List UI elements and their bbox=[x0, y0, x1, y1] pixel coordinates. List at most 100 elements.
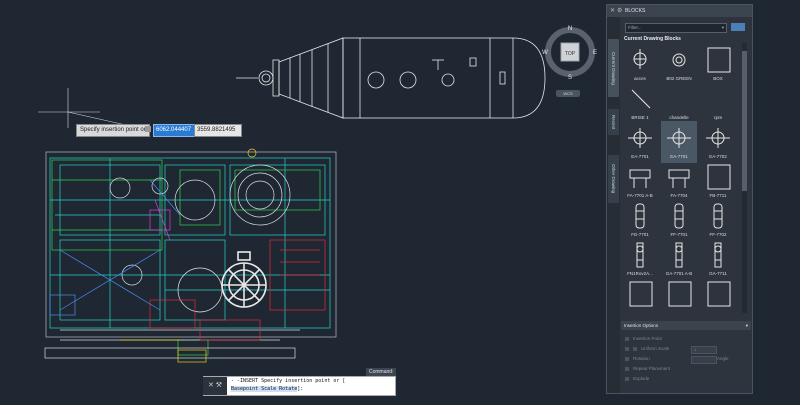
valve-icon bbox=[624, 45, 656, 75]
box-icon bbox=[663, 279, 695, 309]
option-explode[interactable]: Explode bbox=[625, 376, 649, 381]
box-icon bbox=[702, 45, 734, 75]
close-icon[interactable]: ✕ bbox=[208, 382, 214, 389]
lock-icon[interactable] bbox=[145, 126, 151, 132]
option-insertion-point[interactable]: Insertion Point bbox=[625, 336, 662, 341]
box-icon bbox=[702, 162, 734, 192]
command-prompt-line1: - -INSERT Specify insertion point or [ bbox=[231, 378, 346, 384]
block-item[interactable]: chandelle bbox=[661, 82, 697, 124]
block-item[interactable]: B02 GREEN bbox=[661, 43, 697, 85]
palette-titlebar[interactable]: BLOCKS ✕ ⚙ bbox=[607, 5, 752, 17]
circle-icon bbox=[663, 45, 695, 75]
block-item[interactable]: cpm bbox=[700, 82, 736, 124]
block-item[interactable]: GA-7701 A-B bbox=[661, 238, 697, 280]
option-repeat-placement[interactable]: Repeat Placement bbox=[625, 366, 670, 371]
block-item-label: BOX bbox=[713, 76, 723, 81]
block-item-label: FB-7711 bbox=[709, 193, 727, 198]
command-line[interactable]: ✕ ⚒ - -INSERT Specify insertion point or… bbox=[203, 376, 396, 396]
pump-icon bbox=[702, 123, 734, 153]
block-item-label: B02 GREEN bbox=[666, 76, 692, 81]
block-item-label: FN1Rov2A... bbox=[627, 271, 653, 276]
option-uniform-scale[interactable]: Uniform Scale bbox=[625, 346, 669, 351]
angle-label: Angle bbox=[717, 356, 729, 361]
column-icon bbox=[663, 201, 695, 231]
command-history-label: Command: bbox=[366, 368, 397, 376]
scale-field[interactable]: 1 bbox=[691, 346, 717, 354]
filter-input[interactable]: Filter... ▾ bbox=[625, 23, 727, 33]
block-item-label: EA-7701 bbox=[670, 154, 688, 159]
block-item[interactable] bbox=[661, 277, 697, 319]
box-icon bbox=[702, 279, 734, 309]
compass-s-label: S bbox=[568, 75, 572, 80]
motor-icon bbox=[663, 240, 695, 270]
wrench-icon[interactable]: ⚒ bbox=[216, 382, 222, 389]
vessel-drawing bbox=[236, 37, 546, 119]
insertion-point-tooltip: Specify insertion point or bbox=[76, 124, 150, 137]
block-item[interactable]: EA-7702 bbox=[700, 121, 736, 163]
plant-layout-drawing bbox=[44, 148, 337, 363]
scrollbar-thumb[interactable] bbox=[742, 51, 747, 191]
block-grid: acces B02 GREEN BOX BRISE 1 chandelle cpm EA-7… bbox=[622, 43, 740, 315]
wcs-menu[interactable]: WCS bbox=[556, 90, 580, 97]
block-item[interactable]: EA-7701 bbox=[622, 121, 658, 163]
tab-recent[interactable]: Recent bbox=[608, 109, 619, 135]
insertion-options-body: Insertion Point Uniform Scale 1 Rotation… bbox=[621, 331, 751, 389]
insertion-options-header[interactable]: Insertion Options ▾ bbox=[621, 321, 751, 330]
block-item[interactable]: BRISE 1 bbox=[622, 82, 658, 124]
blocks-palette: BLOCKS ✕ ⚙ Current Drawing Recent Other … bbox=[606, 4, 753, 394]
block-item[interactable]: FA-7704 bbox=[661, 160, 697, 202]
block-item[interactable]: FN1Rov2A... bbox=[622, 238, 658, 280]
command-options[interactable]: Basepoint Scale Rotate bbox=[231, 386, 298, 392]
line-icon bbox=[624, 84, 656, 114]
column-icon bbox=[624, 201, 656, 231]
block-item-label: FF-7701 bbox=[670, 232, 688, 237]
block-item-label: FF-7702 bbox=[709, 232, 727, 237]
block-item[interactable]: EA-7701 bbox=[661, 121, 697, 163]
block-item[interactable]: GA-7711 bbox=[700, 238, 736, 280]
block-item-label: FA-7704 bbox=[670, 193, 688, 198]
block-item-label: acces bbox=[634, 76, 646, 81]
pump-icon bbox=[624, 123, 656, 153]
compass-w-label: W bbox=[542, 50, 548, 56]
command-line-controls[interactable]: ✕ ⚒ bbox=[203, 377, 227, 395]
tab-current-drawing[interactable]: Current Drawing bbox=[608, 39, 619, 97]
settings-icon[interactable]: ⚙ bbox=[617, 5, 622, 17]
block-item[interactable]: FB-7711 bbox=[700, 160, 736, 202]
viewcube-top-label: TOP bbox=[565, 51, 576, 57]
dynamic-input-y[interactable]: 3559.8821495 bbox=[194, 124, 242, 137]
palette-side-tabs: Current Drawing Recent Other Drawing bbox=[607, 17, 620, 393]
compass-e-label: E bbox=[593, 50, 597, 56]
drawing-canvas[interactable]: Specify insertion point or 6062.044407 3… bbox=[0, 0, 600, 400]
palette-scrollbar[interactable] bbox=[742, 43, 747, 313]
rotation-field[interactable] bbox=[691, 356, 717, 364]
block-item-label: EA-7701 bbox=[631, 154, 649, 159]
blank-icon bbox=[702, 84, 734, 114]
close-icon[interactable]: ✕ bbox=[610, 5, 615, 17]
chevron-down-icon[interactable]: ▾ bbox=[722, 24, 724, 32]
block-item[interactable]: FF-7701 bbox=[661, 199, 697, 241]
compass-n-label: N bbox=[568, 26, 572, 32]
block-item[interactable] bbox=[700, 277, 736, 319]
option-rotation[interactable]: Rotation bbox=[625, 356, 650, 361]
view-options-button[interactable] bbox=[731, 23, 745, 31]
tank-icon bbox=[624, 162, 656, 192]
block-item[interactable] bbox=[622, 277, 658, 319]
block-item[interactable]: FF-7702 bbox=[700, 199, 736, 241]
chevron-down-icon[interactable]: ▾ bbox=[746, 321, 748, 330]
section-title: Current Drawing Blocks bbox=[624, 36, 681, 42]
block-item[interactable]: FA-7701 A-B bbox=[622, 160, 658, 202]
block-item[interactable]: BOX bbox=[700, 43, 736, 85]
block-item-label: BRISE 1 bbox=[631, 115, 649, 120]
tab-other-drawing[interactable]: Other Drawing bbox=[608, 155, 619, 203]
block-item-label: cpm bbox=[713, 115, 723, 120]
box-icon bbox=[624, 279, 656, 309]
block-item[interactable]: acces bbox=[622, 43, 658, 85]
viewcube[interactable]: TOP N S E W bbox=[542, 24, 598, 81]
blank-icon bbox=[663, 84, 695, 114]
tank-icon bbox=[663, 162, 695, 192]
block-item[interactable]: FD-7701 bbox=[622, 199, 658, 241]
pump-icon bbox=[663, 123, 695, 153]
block-item-label: GA-7701 A-B bbox=[665, 271, 693, 276]
palette-title: BLOCKS bbox=[625, 8, 646, 14]
block-item-label: FA-7701 A-B bbox=[627, 193, 653, 198]
